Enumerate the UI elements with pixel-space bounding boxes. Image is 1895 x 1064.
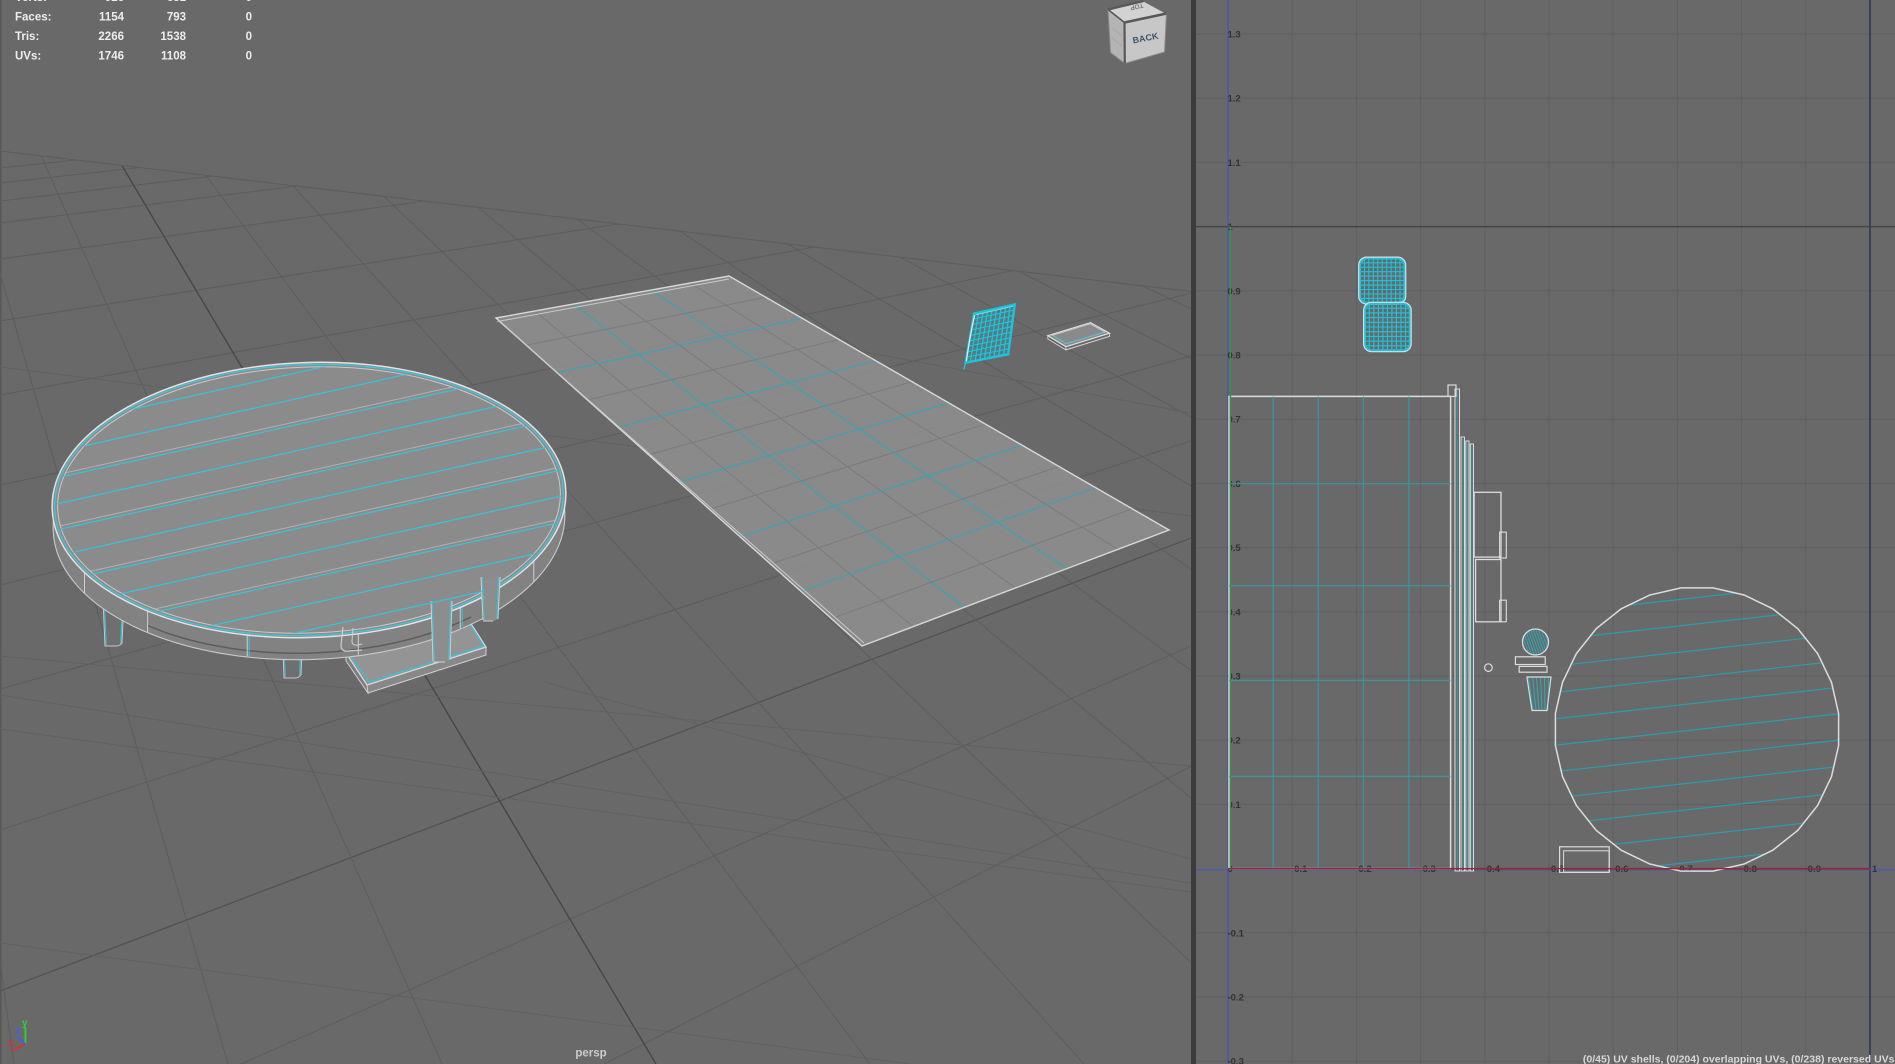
svg-text:2266: 2266 — [98, 31, 124, 43]
svg-text:0: 0 — [246, 12, 252, 24]
svg-text:0.9: 0.9 — [1228, 286, 1241, 297]
svg-text:-0.3: -0.3 — [1228, 1057, 1244, 1064]
svg-text:z: z — [15, 1026, 20, 1037]
svg-text:UVs:: UVs: — [15, 51, 41, 63]
svg-text:0: 0 — [246, 31, 252, 43]
svg-text:0: 0 — [246, 0, 252, 4]
svg-text:Verts:: Verts: — [15, 0, 47, 4]
svg-text:0.7: 0.7 — [1679, 864, 1692, 875]
svg-text:0.2: 0.2 — [1358, 864, 1371, 875]
svg-text:0.4: 0.4 — [1487, 864, 1501, 875]
svg-text:1.2: 1.2 — [1228, 94, 1241, 105]
svg-text:1.3: 1.3 — [1228, 30, 1241, 41]
svg-text:0.6: 0.6 — [1615, 864, 1628, 875]
svg-text:0.3: 0.3 — [1423, 864, 1436, 875]
svg-text:y: y — [22, 1018, 28, 1029]
svg-text:0.5: 0.5 — [1551, 864, 1565, 875]
svg-text:0.8: 0.8 — [1228, 351, 1241, 362]
svg-text:1746: 1746 — [98, 51, 124, 63]
svg-text:x: x — [8, 1038, 14, 1049]
svg-text:1154: 1154 — [99, 12, 125, 24]
svg-text:-0.2: -0.2 — [1228, 993, 1244, 1004]
svg-text:793: 793 — [167, 12, 186, 24]
svg-text:1.1: 1.1 — [1228, 158, 1242, 169]
svg-text:(0/45) UV shells, (0/204) over: (0/45) UV shells, (0/204) overlapping UV… — [1583, 1054, 1895, 1064]
svg-text:1538: 1538 — [160, 31, 186, 43]
svg-text:1: 1 — [1872, 864, 1878, 875]
svg-text:926: 926 — [105, 0, 124, 4]
svg-text:Tris:: Tris: — [15, 31, 39, 43]
svg-text:0.1: 0.1 — [1294, 864, 1308, 875]
svg-text:persp: persp — [575, 1048, 606, 1060]
svg-text:651: 651 — [167, 0, 187, 4]
svg-text:-0.1: -0.1 — [1228, 928, 1245, 939]
svg-text:Faces:: Faces: — [15, 12, 51, 24]
svg-text:1108: 1108 — [161, 51, 187, 63]
svg-text:0: 0 — [246, 51, 252, 63]
svg-text:0.8: 0.8 — [1744, 864, 1757, 875]
svg-text:0.9: 0.9 — [1808, 864, 1821, 875]
